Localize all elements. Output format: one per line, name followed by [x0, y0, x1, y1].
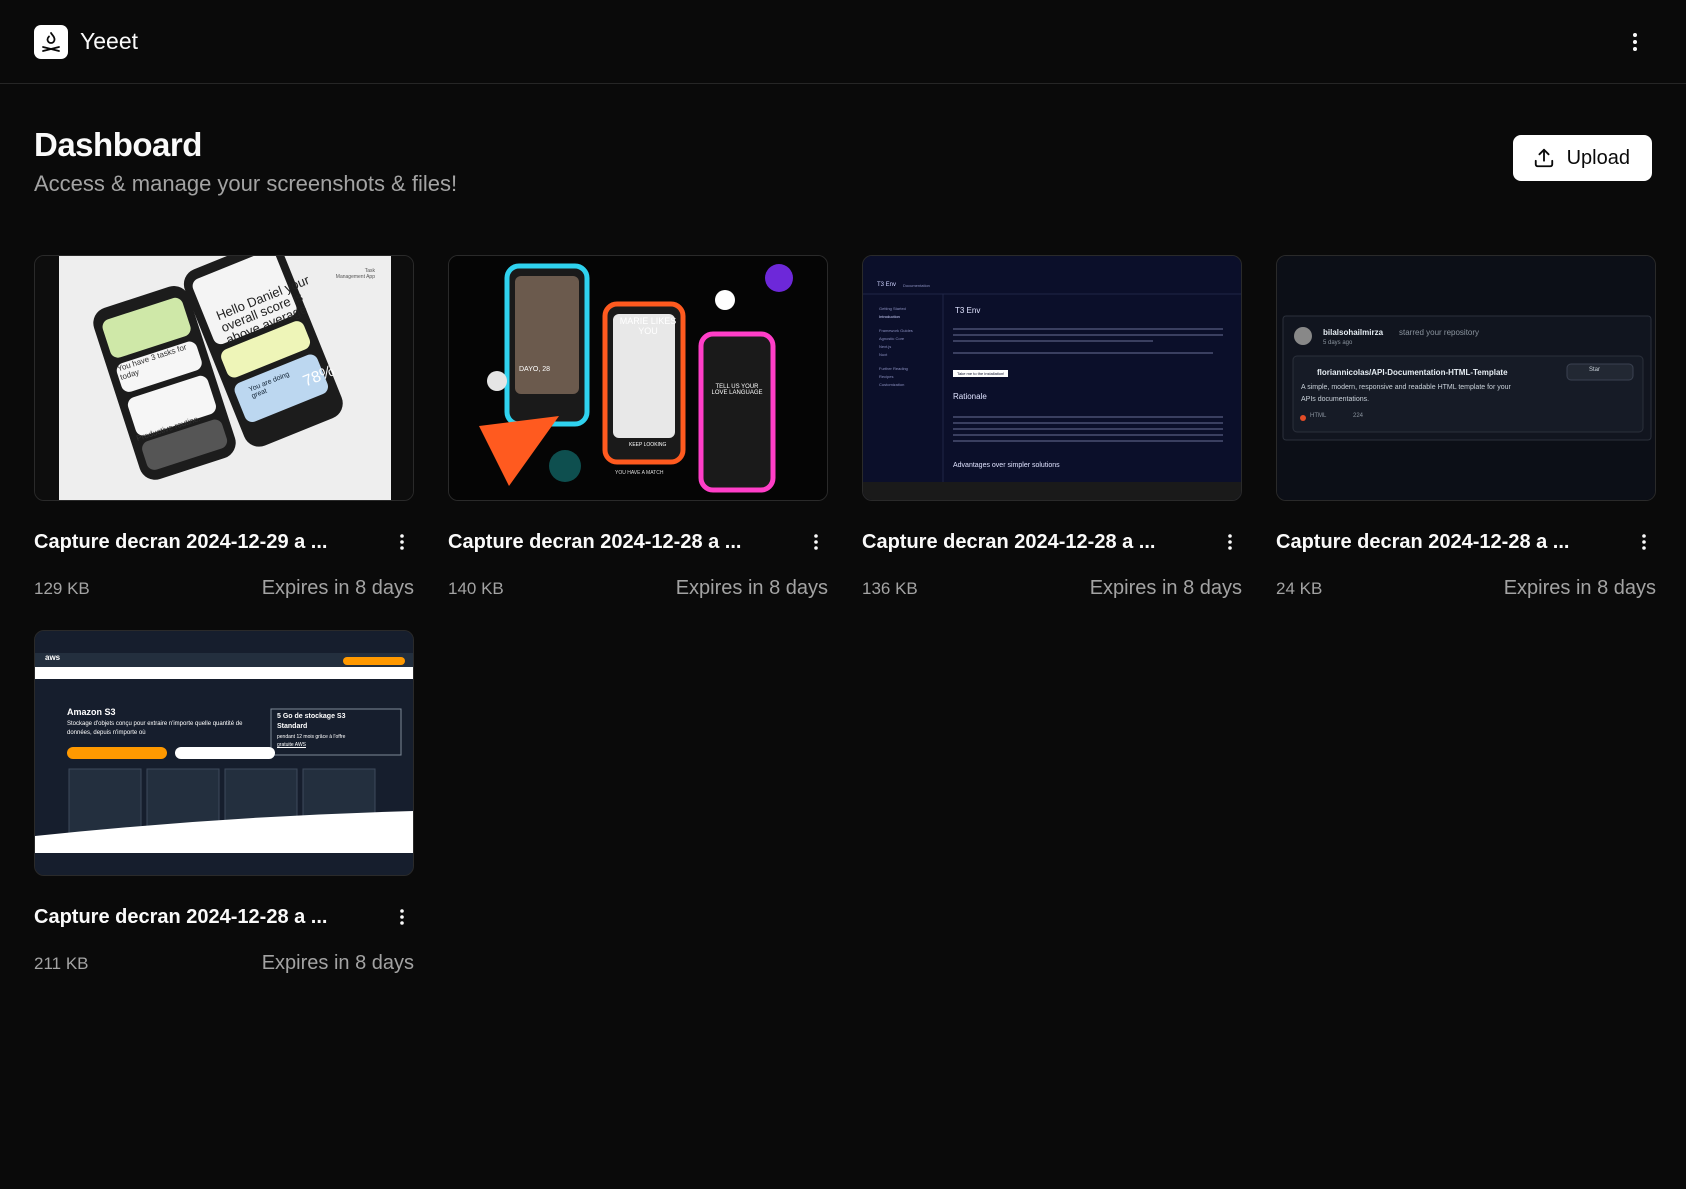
file-size: 140 KB — [448, 578, 504, 598]
thumb-text: pendant 12 mois grâce à l'offre — [277, 734, 346, 741]
upload-label: Upload — [1566, 146, 1630, 169]
file-expiry: Expires in 8 days — [675, 577, 828, 600]
file-expiry: Expires in 8 days — [261, 952, 414, 975]
thumb-text: HTML — [1310, 413, 1327, 420]
thumb-text: Introduction — [879, 314, 900, 320]
page-subtitle: Access & manage your screenshots & files… — [34, 171, 458, 197]
file-menu-button[interactable] — [1632, 527, 1656, 557]
thumb-text: starred your repository — [1399, 328, 1480, 338]
thumb-text: A simple, modern, responsive and readabl… — [1301, 384, 1511, 392]
app-name: Yeeet — [80, 28, 138, 54]
thumb-text: Amazon S3 — [67, 707, 116, 718]
more-options-button[interactable] — [1618, 25, 1652, 59]
upload-button[interactable]: Upload — [1512, 135, 1652, 181]
thumb-text: Recipes — [879, 374, 894, 380]
thumb-text: T3 Env — [955, 306, 981, 316]
thumb-text: Star — [1589, 367, 1601, 374]
thumb-text: floriannicolas/API-Documentation-HTML-Te… — [1317, 368, 1508, 378]
thumb-text: DAYO, 28 — [519, 366, 550, 374]
file-expiry: Expires in 8 days — [1089, 577, 1242, 600]
file-thumbnail[interactable]: T3 Env Documentation Getting Started Int… — [862, 255, 1242, 502]
thumb-text: Customization — [879, 382, 905, 388]
campfire-logo-icon — [34, 24, 68, 59]
thumb-text: T3 Env — [877, 282, 897, 289]
thumb-text: 5 Go de stockage S3 — [277, 713, 346, 721]
file-thumbnail[interactable]: Hello Daniel your overall score is above… — [34, 255, 414, 502]
thumb-text: Getting Started — [879, 306, 906, 312]
more-vertical-icon — [1633, 32, 1637, 51]
file-card: T3 Env Documentation Getting Started Int… — [862, 255, 1242, 600]
file-name[interactable]: Capture decran 2024-12-28 a ... — [1276, 531, 1569, 554]
file-menu-button[interactable] — [390, 527, 414, 557]
file-size: 129 KB — [34, 578, 90, 598]
file-card: DAYO, 28 MARIE LIKES YOU KEEP LOOKING YO… — [448, 255, 828, 600]
page-title: Dashboard — [34, 126, 202, 163]
thumb-text: données, depuis n'importe où — [67, 730, 146, 737]
file-expiry: Expires in 8 days — [1503, 577, 1656, 600]
file-expiry: Expires in 8 days — [261, 577, 414, 600]
thumb-text: APIs documentations. — [1301, 396, 1370, 404]
thumb-text: gratuite AWS — [277, 742, 306, 749]
thumb-text: Documentation — [903, 283, 930, 289]
file-size: 24 KB — [1276, 578, 1323, 598]
thumb-text: Stockage d'objets conçu pour extraire n'… — [67, 721, 243, 728]
top-nav: Yeeet — [0, 0, 1686, 84]
file-menu-button[interactable] — [804, 527, 828, 557]
thumb-text: Advantages over simpler solutions — [953, 462, 1060, 470]
thumb-text: Task Management App — [335, 268, 375, 281]
thumb-text: 5 days ago — [1323, 340, 1353, 347]
thumb-text: 224 — [1353, 413, 1364, 420]
thumb-text: KEEP LOOKING — [629, 442, 667, 449]
file-size: 136 KB — [862, 578, 918, 598]
thumb-text: bilalsohailmirza — [1323, 328, 1384, 338]
more-vertical-icon — [1642, 534, 1646, 551]
thumb-text: aws — [45, 653, 61, 663]
thumb-text: YOU HAVE A MATCH — [615, 470, 664, 477]
thumb-text: Agnostic Core — [879, 336, 905, 342]
file-size: 211 KB — [34, 953, 89, 973]
file-name[interactable]: Capture decran 2024-12-28 a ... — [34, 906, 327, 929]
thumb-text: MARIE LIKES YOU — [619, 316, 677, 337]
file-grid: Hello Daniel your overall score is above… — [0, 197, 1686, 975]
file-menu-button[interactable] — [390, 902, 414, 932]
file-card: bilalsohailmirza starred your repository… — [1276, 255, 1656, 600]
more-vertical-icon — [400, 534, 404, 551]
file-card: Hello Daniel your overall score is above… — [34, 255, 414, 600]
page-header: Dashboard Access & manage your screensho… — [0, 84, 1686, 197]
file-thumbnail[interactable]: bilalsohailmirza starred your repository… — [1276, 255, 1656, 502]
more-vertical-icon — [400, 909, 404, 926]
thumb-text: Standard — [277, 723, 308, 731]
thumb-text: Framework Guides — [879, 328, 913, 334]
file-name[interactable]: Capture decran 2024-12-29 a ... — [34, 531, 327, 554]
thumb-text: Rationale — [953, 392, 987, 402]
file-menu-button[interactable] — [1218, 527, 1242, 557]
upload-icon — [1534, 148, 1553, 168]
thumb-text: Next.js — [879, 344, 892, 350]
more-vertical-icon — [814, 534, 818, 551]
thumb-text: Further Reading — [879, 366, 908, 372]
file-name[interactable]: Capture decran 2024-12-28 a ... — [862, 531, 1155, 554]
brand[interactable]: Yeeet — [34, 24, 138, 59]
file-thumbnail[interactable]: DAYO, 28 MARIE LIKES YOU KEEP LOOKING YO… — [448, 255, 828, 502]
more-vertical-icon — [1228, 534, 1232, 551]
file-thumbnail[interactable]: aws Amazon S3 Stockage d'objets conçu po… — [34, 630, 414, 877]
file-card: aws Amazon S3 Stockage d'objets conçu po… — [34, 630, 414, 975]
file-name[interactable]: Capture decran 2024-12-28 a ... — [448, 531, 741, 554]
thumb-text: Nuxt — [879, 352, 888, 358]
thumb-text: Take me to the installation! — [953, 370, 1009, 378]
thumb-text: TELL US YOUR LOVE LANGUAGE — [711, 384, 763, 397]
